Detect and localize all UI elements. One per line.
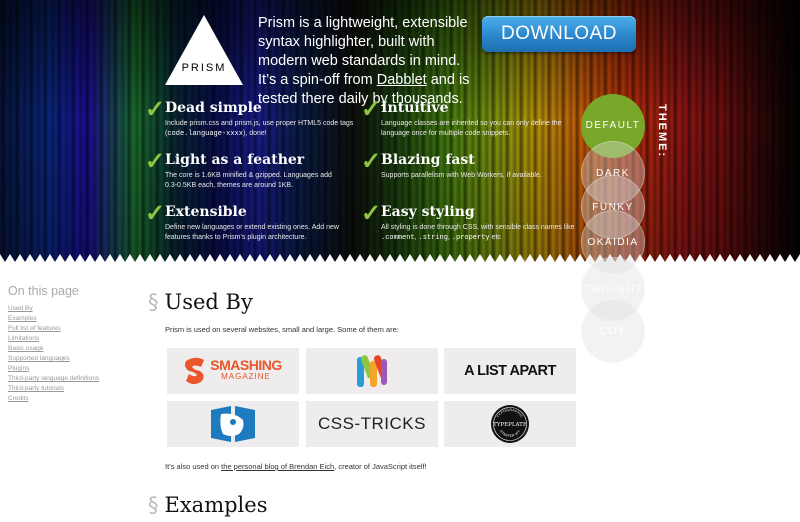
used-by-intro: Prism is used on several websites, small… [165, 325, 399, 334]
smashing-wordmark: SMASHING [210, 357, 282, 373]
toc-link-limitations[interactable]: Limitations [8, 334, 128, 344]
drupal-book-icon [211, 406, 255, 442]
toc-link-used-by[interactable]: Used By [8, 304, 128, 314]
used-by-logos: SMASHING MAGAZINE A LIST APART CSS-TRICK… [167, 348, 577, 448]
feature-title: Blazing fast [381, 152, 475, 168]
feature-title: Easy styling [381, 204, 475, 220]
logo-tile-csstricks[interactable]: CSS-TRICKS [306, 401, 438, 447]
used-by-heading: § Used By [148, 290, 253, 314]
logo-tile-smashing[interactable]: SMASHING MAGAZINE [167, 348, 299, 394]
logo-tile-alistapart[interactable]: A LIST APART [444, 348, 576, 394]
dabblet-link[interactable]: Dabblet [377, 72, 427, 88]
checkmark-icon: ✓ [145, 96, 166, 123]
feature-text: Supports parallelism with Web Workers, i… [381, 172, 542, 179]
checkmark-icon: ✓ [361, 200, 382, 227]
toc-link-third-party-languages[interactable]: Third-party language definitions [8, 374, 128, 384]
used-by-outro: It’s also used on the personal blog of B… [165, 462, 427, 471]
toc-title: On this page [8, 284, 79, 298]
feature-text: All styling is done through CSS, with se… [381, 224, 575, 242]
logo-text: PRISM [181, 62, 227, 74]
csstricks-wordmark: CSS-TRICKS [318, 414, 426, 433]
toc-link-examples[interactable]: Examples [8, 314, 128, 324]
brendan-eich-blog-link[interactable]: the personal blog of Brendan Eich [221, 462, 334, 471]
svg-text:TYPEPLATE: TYPEPLATE [493, 422, 527, 428]
feature-light: ✓ Light as a feather The core is 1.6KB m… [145, 150, 345, 191]
typeplate-badge-icon: TYPOGRAPHIC STARTER KIT TYPEPLATE [491, 405, 529, 443]
checkmark-icon: ✓ [145, 148, 166, 175]
checkmark-icon: ✓ [145, 200, 166, 227]
feature-title: Dead simple [165, 100, 262, 116]
feature-blazing-fast: ✓ Blazing fast Supports parallelism with… [361, 150, 581, 181]
toc-link-features[interactable]: Full list of features [8, 324, 128, 334]
feature-title: Extensible [165, 204, 247, 220]
feature-text: The core is 1.6KB minified & gzipped. La… [165, 172, 332, 189]
download-button[interactable]: DOWNLOAD [482, 16, 636, 52]
logo-tile-drupal[interactable] [167, 401, 299, 447]
alistapart-wordmark: A LIST APART [464, 363, 556, 379]
feature-extensible: ✓ Extensible Define new languages or ext… [145, 202, 345, 243]
logo-tile-webplatform[interactable] [306, 348, 438, 394]
logo-tile-typeplate[interactable]: TYPOGRAPHIC STARTER KIT TYPEPLATE [444, 401, 576, 447]
toc-link-plugins[interactable]: Plugins [8, 364, 128, 374]
theme-label: THEME: [656, 104, 668, 159]
webplatform-icon [357, 355, 388, 387]
toc-link-basic-usage[interactable]: Basic usage [8, 344, 128, 354]
zigzag-edge [0, 254, 800, 264]
toc-link-languages[interactable]: Supported languages [8, 354, 128, 364]
feature-text: Define new languages or extend existing … [165, 224, 339, 241]
feature-easy-styling: ✓ Easy styling All styling is done throu… [361, 202, 581, 243]
theme-coy-button[interactable]: COY [581, 299, 645, 363]
checkmark-icon: ✓ [361, 148, 382, 175]
examples-heading: § Examples [148, 493, 268, 517]
toc-link-third-party-tutorials[interactable]: Third-party tutorials [8, 384, 128, 394]
section-sign-icon[interactable]: § [148, 290, 159, 314]
section-sign-icon[interactable]: § [148, 493, 159, 517]
feature-title: Intuitive [381, 100, 449, 116]
table-of-contents: On this page Used By Examples Full list … [8, 284, 128, 404]
intro-text: Prism is a lightweight, extensible synta… [258, 15, 470, 107]
feature-text: Language classes are inherited so you ca… [381, 120, 562, 137]
smashing-s-icon [185, 357, 205, 384]
checkmark-icon: ✓ [361, 96, 382, 123]
feature-intuitive: ✓ Intuitive Language classes are inherit… [361, 98, 581, 139]
feature-title: Light as a feather [165, 152, 305, 168]
toc-link-credits[interactable]: Credits [8, 394, 128, 404]
feature-dead-simple: ✓ Dead simple Include prism.css and pris… [145, 98, 375, 139]
prism-logo-icon[interactable] [164, 14, 244, 86]
feature-text: Include prism.css and prism.js, use prop… [165, 120, 354, 138]
